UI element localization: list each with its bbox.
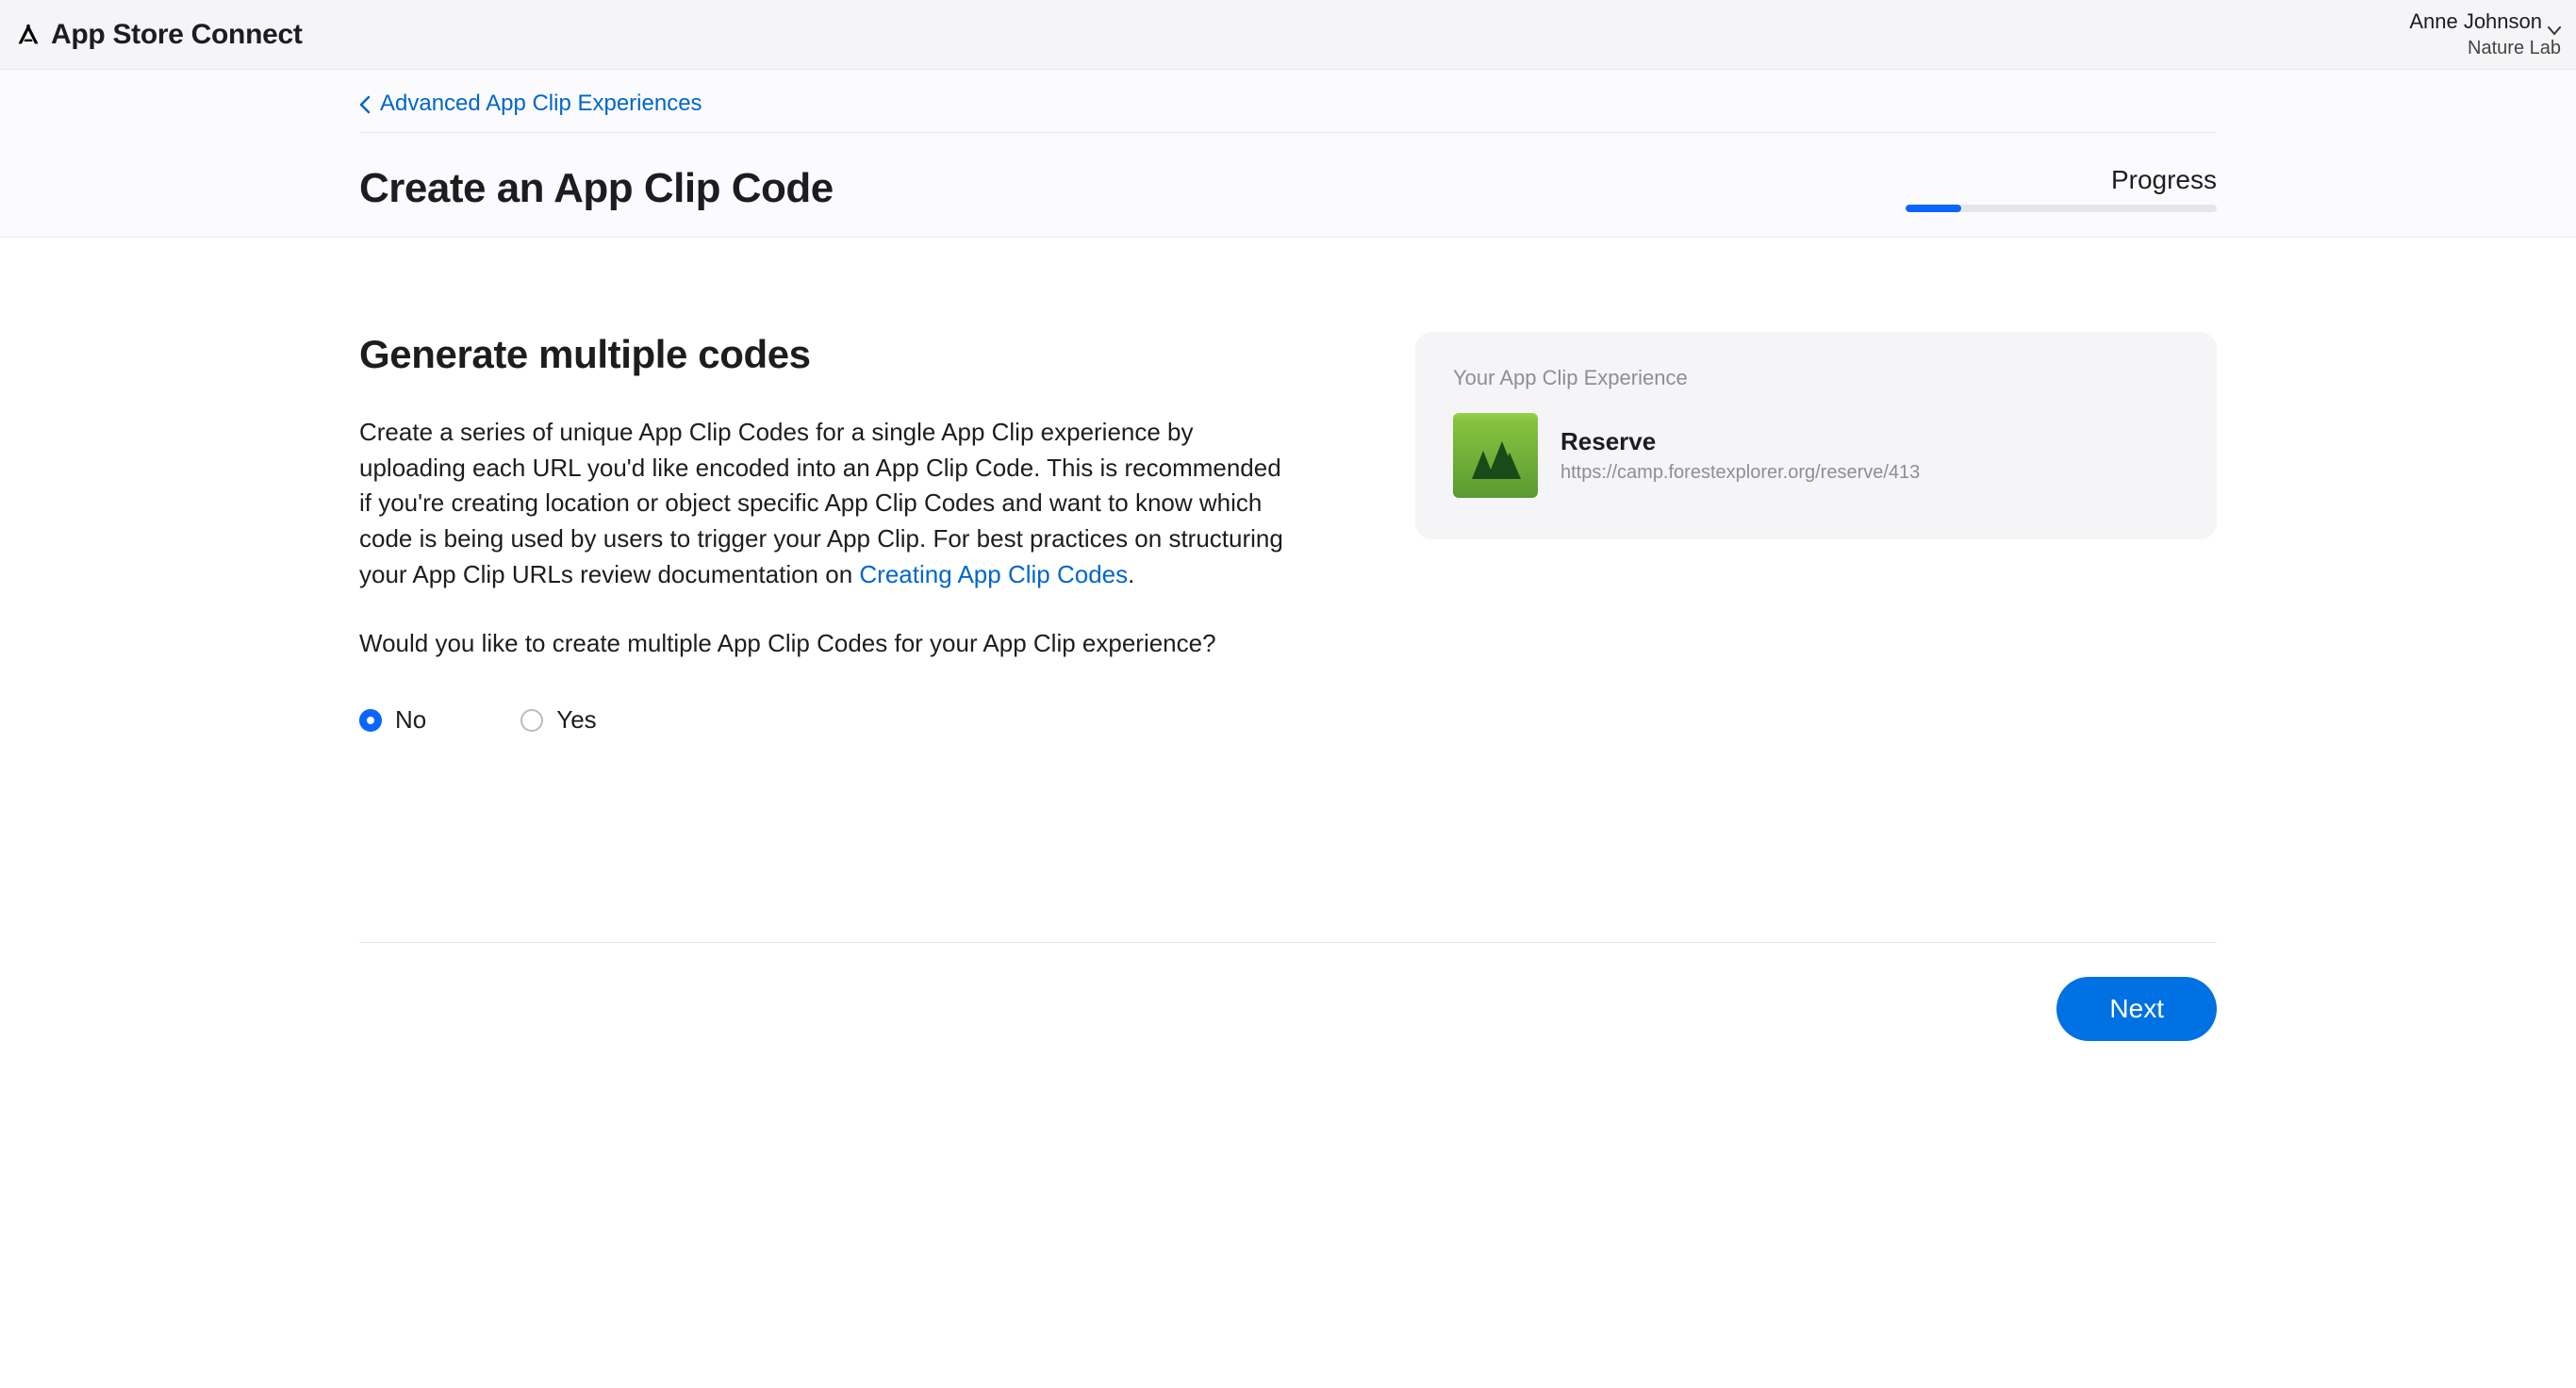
chevron-down-icon [2548,17,2561,26]
section-title: Generate multiple codes [359,332,1283,377]
breadcrumb: Advanced App Clip Experiences [359,70,2217,133]
experience-name: Reserve [1560,427,1920,456]
experience-card-label: Your App Clip Experience [1453,366,2179,390]
experience-card: Your App Clip Experience Reserve https:/… [1415,332,2217,539]
section-body-suffix: . [1128,560,1134,588]
radio-no-circle [359,709,382,732]
footer: Next [359,942,2217,1041]
radio-yes-label: Yes [556,705,596,735]
top-bar: App Store Connect Anne Johnson Nature La… [0,0,2576,70]
main-content: Generate multiple codes Create a series … [322,238,2254,1041]
chevron-left-icon [359,94,371,113]
radio-yes-circle [520,709,543,732]
progress-label: Progress [2111,165,2217,195]
brand-title: App Store Connect [51,19,303,51]
brand: App Store Connect [15,19,303,51]
creating-app-clip-codes-link[interactable]: Creating App Clip Codes [859,560,1128,588]
breadcrumb-back-label: Advanced App Clip Experiences [380,91,702,117]
right-column: Your App Clip Experience Reserve https:/… [1415,332,2217,539]
breadcrumb-back-link[interactable]: Advanced App Clip Experiences [359,91,702,117]
page-header: Advanced App Clip Experiences Create an … [0,70,2576,238]
progress-bar [1906,205,2217,212]
next-button[interactable]: Next [2056,977,2217,1041]
experience-url: https://camp.forestexplorer.org/reserve/… [1560,462,1920,484]
progress-block: Progress [1906,165,2217,212]
radio-yes[interactable]: Yes [520,705,596,735]
radio-no[interactable]: No [359,705,426,735]
experience-app-icon [1453,413,1538,498]
user-name: Anne Johnson [2409,9,2542,34]
user-menu[interactable]: Anne Johnson Nature Lab [2409,9,2561,59]
user-org: Nature Lab [2468,38,2561,59]
left-column: Generate multiple codes Create a series … [359,332,1283,735]
page-title: Create an App Clip Code [359,165,834,212]
section-body: Create a series of unique App Clip Codes… [359,415,1283,592]
prompt-text: Would you like to create multiple App Cl… [359,626,1283,662]
radio-no-label: No [395,705,426,735]
section-body-prefix: Create a series of unique App Clip Codes… [359,418,1283,588]
app-store-connect-icon [15,22,41,48]
radio-group: No Yes [359,705,1283,735]
